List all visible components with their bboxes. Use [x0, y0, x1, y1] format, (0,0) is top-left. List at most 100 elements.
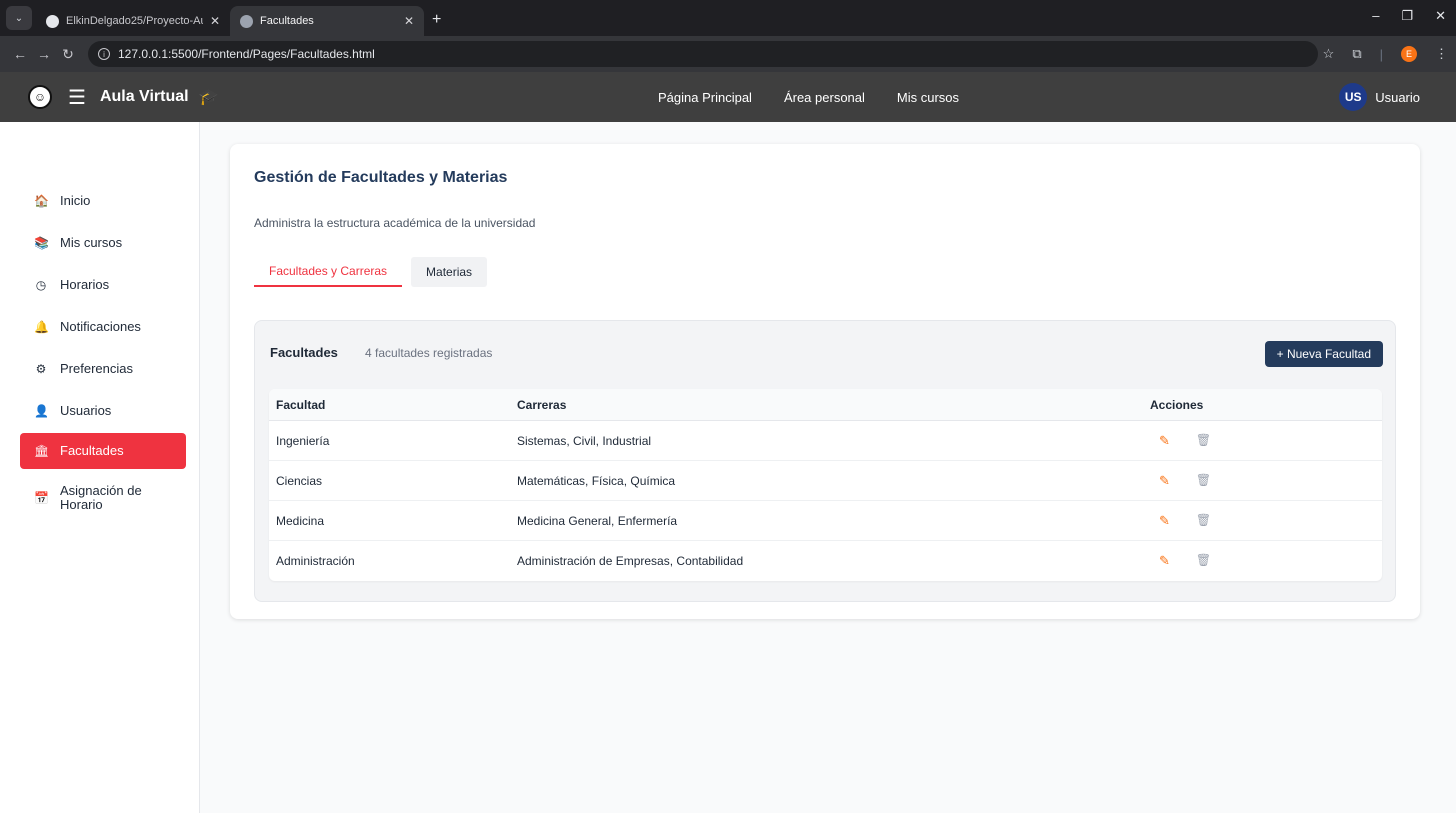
nav-link-my-courses[interactable]: Mis cursos	[897, 90, 959, 105]
graduation-cap-icon: 🎓	[198, 89, 219, 106]
tab-search-button[interactable]: ⌄	[6, 6, 32, 30]
sidebar-item-facultades[interactable]: 🏛 Facultades	[20, 433, 186, 469]
row-actions: ✎ 🗑	[1159, 433, 1211, 449]
cell-facultad: Medicina	[276, 513, 325, 528]
facultades-table: Facultad Carreras Acciones Ingeniería Si…	[269, 389, 1382, 581]
sidebar-item-preferencias[interactable]: ⚙ Preferencias	[20, 351, 186, 387]
browser-tab-facultades[interactable]: Facultades ✕	[230, 6, 424, 36]
sidebar: 🏠 Inicio 📚 Mis cursos ◷ Horarios 🔔 Notif…	[0, 122, 200, 813]
hamburger-menu-icon[interactable]: ☰	[68, 85, 86, 110]
user-menu[interactable]: US Usuario	[1339, 72, 1420, 122]
calendar-icon: 📅	[34, 491, 49, 505]
sidebar-item-label: Inicio	[60, 193, 91, 209]
new-faculty-button[interactable]: + Nueva Facultad	[1264, 341, 1383, 367]
url-text: 127.0.0.1:5500/Frontend/Pages/Facultades…	[118, 47, 375, 61]
github-icon	[46, 14, 59, 28]
row-actions: ✎ 🗑	[1159, 473, 1211, 489]
home-icon: 🏠	[34, 194, 49, 208]
user-icon: 👤	[34, 404, 49, 418]
tab-title: Facultades	[260, 15, 314, 27]
edit-pencil-icon[interactable]: ✎	[1159, 433, 1170, 449]
section-tabs: Facultades y Carreras Materias	[254, 257, 488, 287]
clock-icon: ◷	[35, 278, 47, 292]
books-icon: 📚	[34, 236, 49, 250]
menu-kebab-icon[interactable]: ⋮	[1435, 46, 1448, 62]
sidebar-item-usuarios[interactable]: 👤 Usuarios	[20, 393, 186, 429]
address-bar[interactable]: i 127.0.0.1:5500/Frontend/Pages/Facultad…	[88, 41, 1318, 67]
table-row: Ingeniería Sistemas, Civil, Industrial ✎…	[269, 421, 1382, 461]
sidebar-item-notificaciones[interactable]: 🔔 Notificaciones	[20, 309, 186, 345]
cell-carreras: Administración de Empresas, Contabilidad	[517, 554, 744, 568]
sidebar-item-horarios[interactable]: ◷ Horarios	[20, 267, 186, 303]
column-header-carreras: Carreras	[517, 397, 567, 412]
edit-pencil-icon[interactable]: ✎	[1159, 513, 1170, 529]
profile-avatar[interactable]: E	[1401, 46, 1417, 62]
page-title: Gestión de Facultades y Materias	[254, 169, 508, 186]
column-header-acciones: Acciones	[1150, 397, 1204, 412]
new-tab-button[interactable]: +	[432, 11, 441, 29]
reload-icon[interactable]: ↻	[56, 46, 80, 63]
panel-count: 4 facultades registradas	[365, 346, 493, 360]
sidebar-item-inicio[interactable]: 🏠 Inicio	[20, 183, 186, 219]
browser-toolbar: ← → ↻ i 127.0.0.1:5500/Frontend/Pages/Fa…	[0, 36, 1456, 72]
sidebar-item-label: Notificaciones	[60, 319, 141, 335]
trash-icon[interactable]: 🗑	[1196, 473, 1211, 489]
page-subtitle: Administra la estructura académica de la…	[254, 216, 536, 230]
row-actions: ✎ 🗑	[1159, 553, 1211, 569]
tab-materias[interactable]: Materias	[411, 257, 488, 287]
cell-facultad: Administración	[276, 554, 355, 568]
bookmark-star-icon[interactable]: ☆	[1323, 46, 1335, 62]
back-icon[interactable]: ←	[8, 46, 32, 62]
edit-pencil-icon[interactable]: ✎	[1159, 473, 1170, 489]
sidebar-item-label: Horarios	[60, 277, 110, 293]
extensions-icon[interactable]: ⧉	[1352, 46, 1361, 62]
table-header: Facultad Carreras Acciones	[269, 389, 1382, 421]
close-window-icon[interactable]: ✕	[1435, 8, 1446, 24]
cell-facultad: Ingeniería	[276, 433, 330, 448]
forward-icon[interactable]: →	[32, 46, 56, 62]
close-tab-icon[interactable]: ✕	[404, 14, 414, 28]
window-controls: – ❐ ✕	[1372, 8, 1446, 24]
brand-title[interactable]: Aula Virtual	[100, 88, 189, 106]
cell-facultad: Ciencias	[276, 473, 323, 488]
browser-tab-bar: ⌄ ElkinDelgado25/Proyecto-Aut- ✕ Faculta…	[0, 0, 1456, 36]
tab-facultades-carreras[interactable]: Facultades y Carreras	[254, 257, 403, 287]
site-info-icon[interactable]: i	[98, 48, 110, 60]
nav-link-personal-area[interactable]: Área personal	[784, 90, 865, 105]
facultades-panel: Facultades 4 facultades registradas + Nu…	[254, 320, 1396, 602]
sidebar-item-label: Asignación de Horario	[60, 483, 142, 512]
user-name: Usuario	[1375, 89, 1420, 105]
sidebar-item-label: Preferencias	[60, 361, 133, 377]
cell-carreras: Matemáticas, Física, Química	[517, 473, 676, 488]
divider: |	[1379, 46, 1383, 62]
sidebar-item-label: Usuarios	[60, 403, 112, 419]
browser-tab-github[interactable]: ElkinDelgado25/Proyecto-Aut- ✕	[36, 6, 230, 36]
sidebar-item-mis-cursos[interactable]: 📚 Mis cursos	[20, 225, 186, 261]
close-tab-icon[interactable]: ✕	[210, 14, 220, 28]
restore-icon[interactable]: ❐	[1401, 8, 1413, 24]
cell-carreras: Medicina General, Enfermería	[517, 513, 678, 528]
avatar: US	[1339, 83, 1368, 111]
toolbar-actions: ☆ ⧉ | E ⋮	[1323, 46, 1448, 62]
cell-carreras: Sistemas, Civil, Industrial	[517, 433, 652, 448]
sidebar-item-label: Mis cursos	[60, 235, 123, 251]
trash-icon[interactable]: 🗑	[1196, 433, 1211, 449]
table-row: Ciencias Matemáticas, Física, Química ✎ …	[269, 461, 1382, 501]
tab-title: ElkinDelgado25/Proyecto-Aut-	[66, 15, 203, 27]
main-card: Gestión de Facultades y Materias Adminis…	[230, 144, 1420, 619]
trash-icon[interactable]: 🗑	[1196, 513, 1211, 529]
sidebar-item-asignacion-horario[interactable]: 📅 Asignación de Horario	[20, 480, 186, 516]
top-navigation: Página Principal Área personal Mis curso…	[658, 72, 959, 122]
app-header: ☺ ☰ Aula Virtual 🎓 Página Principal Área…	[0, 72, 1456, 122]
globe-icon	[240, 14, 253, 28]
nav-link-home[interactable]: Página Principal	[658, 90, 752, 105]
trash-icon[interactable]: 🗑	[1196, 553, 1211, 569]
column-header-facultad: Facultad	[276, 397, 326, 412]
table-row: Administración Administración de Empresa…	[269, 541, 1382, 581]
gear-icon: ⚙	[35, 362, 47, 376]
bell-icon: 🔔	[34, 320, 49, 334]
university-logo-icon[interactable]: ☺	[28, 85, 52, 109]
panel-title: Facultades	[270, 345, 338, 360]
edit-pencil-icon[interactable]: ✎	[1159, 553, 1170, 569]
minimize-icon[interactable]: –	[1372, 8, 1379, 24]
